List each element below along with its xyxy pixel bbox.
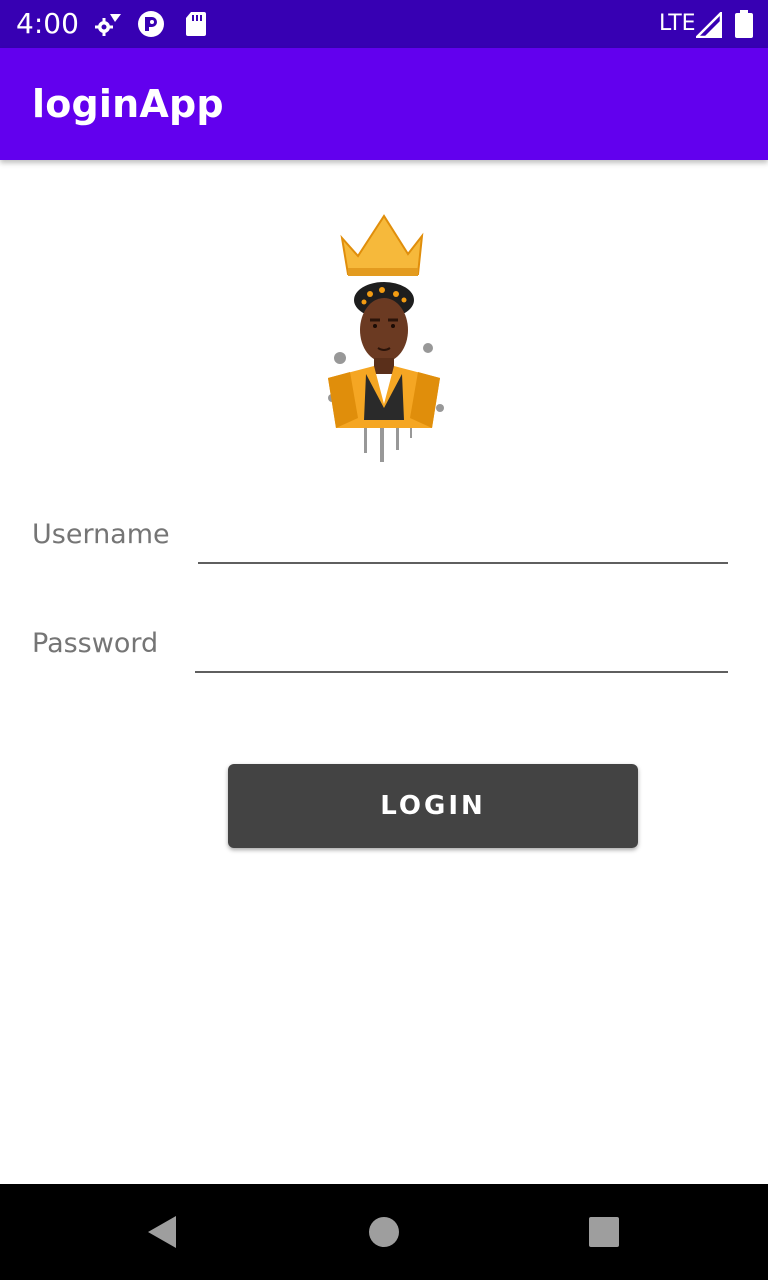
signal-icon: [693, 9, 723, 43]
sd-card-icon: [185, 11, 207, 42]
crowned-king-avatar-icon: [300, 208, 468, 468]
username-input[interactable]: [198, 520, 728, 564]
app-bar: loginApp: [0, 48, 768, 160]
login-screen: 4:00 LTE loginApp Username Password LOGI…: [0, 0, 768, 1280]
app-title: loginApp: [32, 82, 224, 126]
status-bar: 4:00 LTE: [0, 0, 768, 48]
recents-icon: [589, 1217, 619, 1247]
battery-icon: [735, 10, 753, 43]
status-time: 4:00: [16, 7, 79, 40]
settings-gear-icon: [94, 12, 122, 43]
login-button[interactable]: LOGIN: [228, 764, 638, 848]
password-label: Password: [32, 628, 159, 659]
network-type-label: LTE: [659, 11, 696, 36]
username-label: Username: [32, 519, 170, 550]
password-input[interactable]: [195, 629, 728, 673]
home-icon: [369, 1217, 399, 1247]
pocket-casts-icon: [137, 10, 165, 43]
home-button[interactable]: [336, 1184, 432, 1280]
back-icon: [148, 1216, 176, 1248]
recents-button[interactable]: [556, 1184, 652, 1280]
back-button[interactable]: [114, 1184, 210, 1280]
navigation-bar: [0, 1184, 768, 1280]
